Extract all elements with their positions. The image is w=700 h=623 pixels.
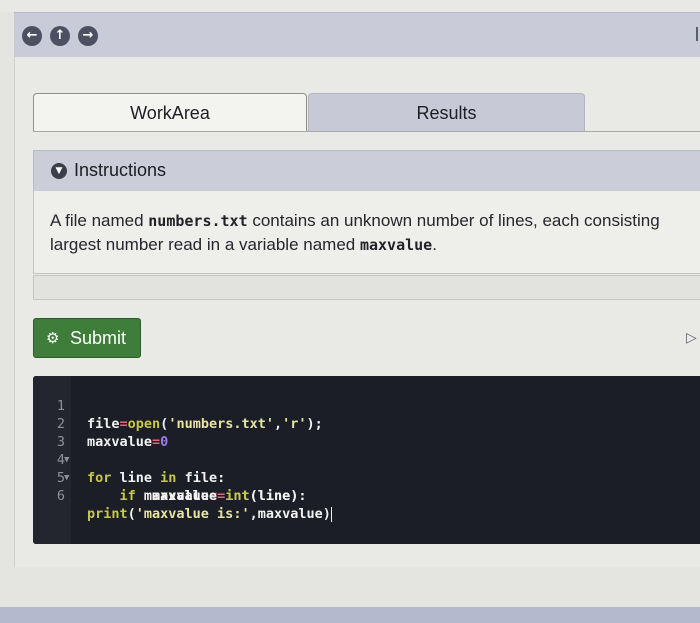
code-line[interactable]: 2 maxvalue=0 — [33, 397, 700, 450]
code-line[interactable]: 5 maxvalue=int(line) — [33, 451, 700, 504]
submit-label: Submit — [70, 328, 127, 348]
code-line[interactable]: 4 ▼ if maxvalue<=int(line): — [33, 433, 700, 504]
submit-button[interactable]: ⚙ Submit — [33, 318, 141, 358]
bottom-bar — [0, 607, 700, 623]
code-line[interactable]: 3 ▼ for line in file: — [33, 415, 700, 486]
code-line[interactable]: 1 file=open('numbers.txt','r'); — [33, 379, 700, 432]
instructions-header[interactable]: ▼ Instructions — [33, 150, 700, 192]
code-editor[interactable]: 1 file=open('numbers.txt','r'); 2 maxval… — [33, 376, 700, 544]
tab-workarea[interactable]: WorkArea — [33, 93, 307, 132]
instructions-text-part: A file named — [50, 211, 149, 230]
instructions-text-part: largest number read in a variable named — [50, 235, 360, 254]
gear-icon: ⚙ — [46, 329, 60, 347]
code-text: maxvalue=int(line) — [87, 488, 299, 504]
line-number: 6 — [56, 488, 65, 504]
instructions-body: A file named numbers.txt contains an unk… — [33, 191, 700, 274]
code-text: print('maxvalue is:',maxvalue) — [87, 506, 332, 522]
nav-edge-mark — [696, 27, 698, 41]
instructions-text-part: contains an unknown number of lines, eac… — [247, 211, 660, 230]
inline-code: numbers.txt — [148, 212, 248, 230]
chevron-down-icon[interactable]: ▼ — [51, 163, 67, 179]
up-arrow-icon[interactable]: ↑ — [50, 26, 70, 46]
instructions-text: A file named numbers.txt contains an unk… — [50, 209, 700, 257]
top-strip — [0, 0, 700, 12]
text-cursor — [330, 506, 332, 522]
inline-code: maxvalue — [359, 236, 433, 254]
instructions-footer-strip — [33, 275, 700, 300]
tab-results[interactable]: Results — [308, 93, 585, 132]
instructions-text-part: . — [432, 235, 437, 254]
navigation-bar: ← ↑ → — [14, 12, 700, 59]
back-arrow-icon[interactable]: ← — [22, 26, 42, 46]
code-line[interactable]: 6 print('maxvalue is:',maxvalue) — [33, 469, 700, 522]
forward-arrow-icon[interactable]: → — [78, 26, 98, 46]
instructions-title: Instructions — [74, 160, 167, 180]
mouse-cursor-icon: ▷ — [686, 330, 697, 346]
tab-divider — [33, 131, 700, 132]
